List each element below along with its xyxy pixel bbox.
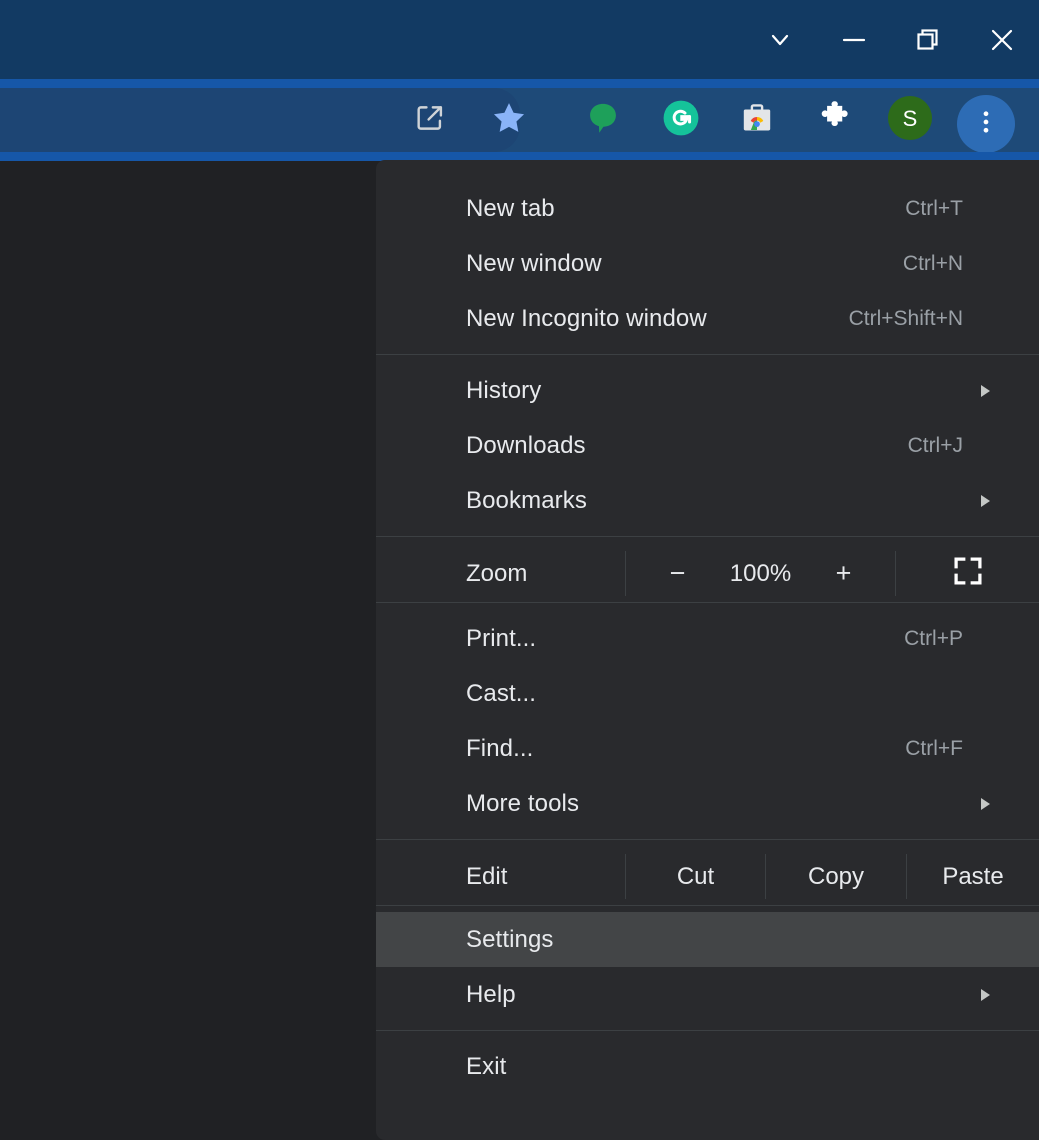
menu-item-bookmarks[interactable]: Bookmarks — [376, 473, 1039, 528]
restore-icon — [910, 22, 946, 58]
menu-item-accelerator: Ctrl+N — [902, 251, 963, 275]
tabstrip-divider-top — [0, 79, 1039, 88]
menu-item-accelerator: Ctrl+Shift+N — [848, 306, 963, 330]
menu-item-cast[interactable]: Cast... — [376, 666, 1039, 721]
paste-button[interactable]: Paste — [907, 848, 1039, 905]
menu-item-label: New Incognito window — [466, 304, 707, 332]
zoom-level-value: 100% — [729, 559, 792, 587]
bookmark-star-button[interactable] — [480, 88, 538, 152]
fullscreen-icon — [951, 554, 985, 593]
grammarly-extension-button[interactable] — [652, 88, 710, 152]
grammarly-extension-icon — [662, 99, 700, 142]
tab-search-button[interactable] — [743, 0, 817, 79]
menu-item-accelerator: Ctrl+T — [905, 196, 963, 220]
menu-item-label: Print... — [466, 624, 537, 652]
menu-item-label: New window — [466, 249, 602, 277]
menu-item-history[interactable]: History — [376, 363, 1039, 418]
submenu-arrow-icon — [981, 988, 990, 1001]
menu-item-accelerator: Ctrl+J — [907, 433, 963, 457]
menu-item-label: Help — [466, 980, 516, 1008]
chrome-main-menu: New tab Ctrl+T New window Ctrl+N New Inc… — [376, 160, 1039, 1140]
window-title-bar — [0, 0, 1039, 79]
zoom-row: Zoom − 100% + — [376, 545, 1039, 602]
close-button[interactable] — [965, 0, 1039, 79]
minimize-button[interactable] — [817, 0, 891, 79]
menu-item-help[interactable]: Help — [376, 967, 1039, 1022]
menu-item-exit[interactable]: Exit — [376, 1039, 1039, 1094]
cut-button[interactable]: Cut — [626, 848, 765, 905]
browser-window: S New tab Ctrl+T New window Ctrl+N New I… — [0, 0, 1039, 1140]
menu-item-print[interactable]: Print... Ctrl+P — [376, 611, 1039, 666]
three-dot-menu-icon — [971, 107, 1001, 142]
menu-item-accelerator: Ctrl+F — [905, 736, 963, 760]
copy-button[interactable]: Copy — [766, 848, 906, 905]
menu-divider — [376, 1030, 1039, 1031]
menu-item-new-incognito-window[interactable]: New Incognito window Ctrl+Shift+N — [376, 291, 1039, 346]
menu-item-accelerator: Ctrl+P — [904, 626, 963, 650]
submenu-arrow-icon — [981, 797, 990, 810]
menu-item-label: Exit — [466, 1052, 507, 1080]
menu-item-label: Settings — [466, 925, 554, 953]
extensions-button[interactable] — [805, 88, 863, 152]
share-button[interactable] — [401, 88, 459, 152]
menu-divider — [376, 536, 1039, 537]
menu-divider — [376, 839, 1039, 840]
zoom-in-button[interactable]: + — [815, 551, 873, 597]
chrome-web-store-button[interactable] — [728, 88, 786, 152]
chevron-down-icon — [762, 22, 798, 58]
menu-item-new-window[interactable]: New window Ctrl+N — [376, 236, 1039, 291]
zoom-out-button[interactable]: − — [649, 551, 707, 597]
window-controls — [743, 0, 1039, 79]
bookmark-star-icon — [490, 99, 528, 142]
chat-bubble-extension-icon — [585, 100, 621, 141]
menu-item-new-tab[interactable]: New tab Ctrl+T — [376, 181, 1039, 236]
chrome-web-store-icon — [739, 100, 775, 141]
restore-button[interactable] — [891, 0, 965, 79]
menu-item-label: Find... — [466, 734, 534, 762]
fullscreen-button[interactable] — [896, 545, 1039, 602]
zoom-label: Zoom — [466, 559, 528, 587]
menu-item-downloads[interactable]: Downloads Ctrl+J — [376, 418, 1039, 473]
menu-item-find[interactable]: Find... Ctrl+F — [376, 721, 1039, 776]
extensions-puzzle-icon — [816, 100, 852, 141]
minimize-icon — [836, 22, 872, 58]
profile-avatar-button[interactable]: S — [881, 88, 939, 152]
zoom-controls: − 100% + — [626, 545, 895, 602]
menu-item-label: Bookmarks — [466, 486, 587, 514]
close-icon — [984, 22, 1020, 58]
menu-item-settings[interactable]: Settings — [376, 912, 1039, 967]
menu-item-label: History — [466, 376, 542, 404]
toolbar-icon-row: S — [0, 88, 1039, 152]
three-dot-menu-button[interactable] — [957, 95, 1015, 153]
share-icon — [413, 101, 447, 140]
menu-item-label: New tab — [466, 194, 555, 222]
chat-bubble-extension-button[interactable] — [574, 88, 632, 152]
submenu-arrow-icon — [981, 494, 990, 507]
menu-item-label: More tools — [466, 789, 580, 817]
menu-divider — [376, 354, 1039, 355]
profile-avatar: S — [887, 95, 933, 146]
edit-row: Edit Cut Copy Paste — [376, 848, 1039, 905]
edit-label: Edit — [466, 862, 508, 890]
menu-item-label: Cast... — [466, 679, 537, 707]
menu-item-more-tools[interactable]: More tools — [376, 776, 1039, 831]
menu-item-label: Downloads — [466, 431, 586, 459]
submenu-arrow-icon — [981, 384, 990, 397]
svg-text:S: S — [903, 106, 918, 131]
